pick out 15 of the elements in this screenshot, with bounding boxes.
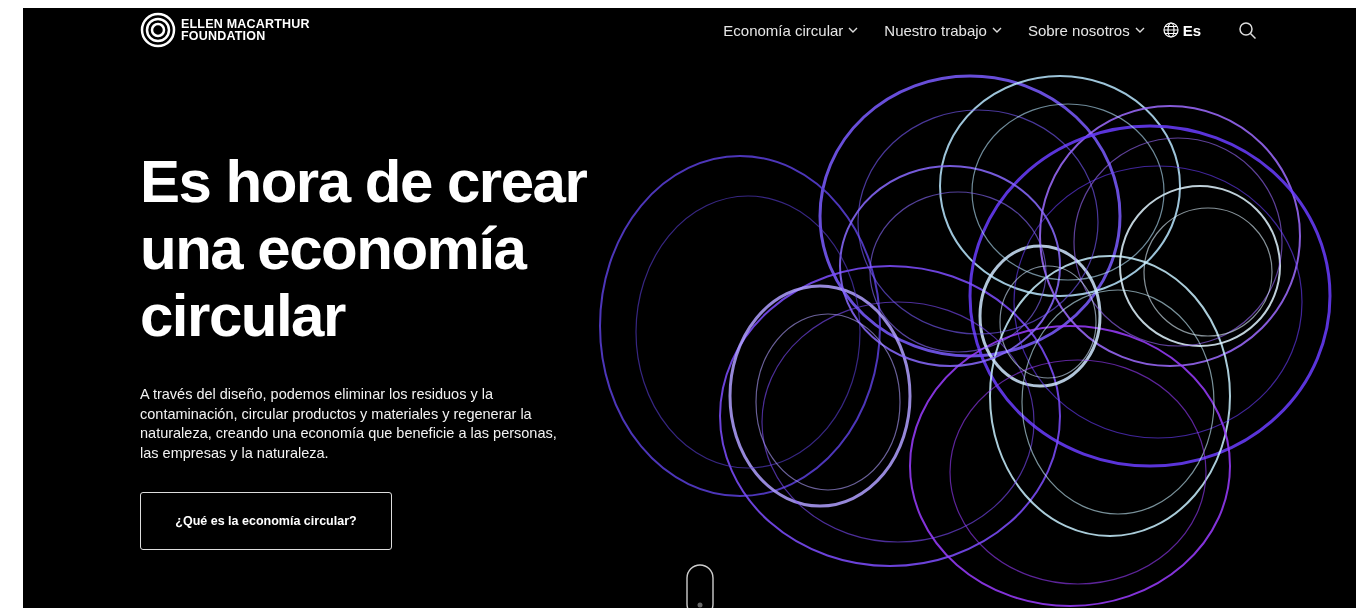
nav-link[interactable]: Sobre nosotros bbox=[1027, 21, 1145, 39]
nav-link[interactable]: Nuestro trabajo bbox=[884, 21, 1002, 39]
nav-link[interactable]: Economía circular bbox=[723, 21, 859, 39]
chevron-down-icon bbox=[848, 27, 859, 33]
language-link[interactable]: Es bbox=[1162, 21, 1201, 39]
logo-text[interactable]: ELLEN MACARTHUR FOUNDATION bbox=[181, 18, 310, 42]
chevron-down-icon bbox=[1134, 27, 1145, 33]
logo-icon bbox=[140, 12, 176, 48]
hero-title: Es hora de crear una economía circular bbox=[140, 148, 588, 349]
cta-button[interactable]: ¿Qué es la economía circular? bbox=[140, 492, 392, 550]
scroll-mouse-icon bbox=[686, 564, 714, 608]
hero-description: A través del diseño, podemos eliminar los residuos y la contaminación, circular productos y materiales y regenerar la naturaleza, creando una economía que beneficie a las personas, las empresas y la naturaleza. bbox=[140, 385, 558, 463]
search-icon[interactable] bbox=[1239, 21, 1256, 39]
chevron-down-icon bbox=[991, 27, 1002, 33]
globe-icon bbox=[1162, 22, 1179, 38]
